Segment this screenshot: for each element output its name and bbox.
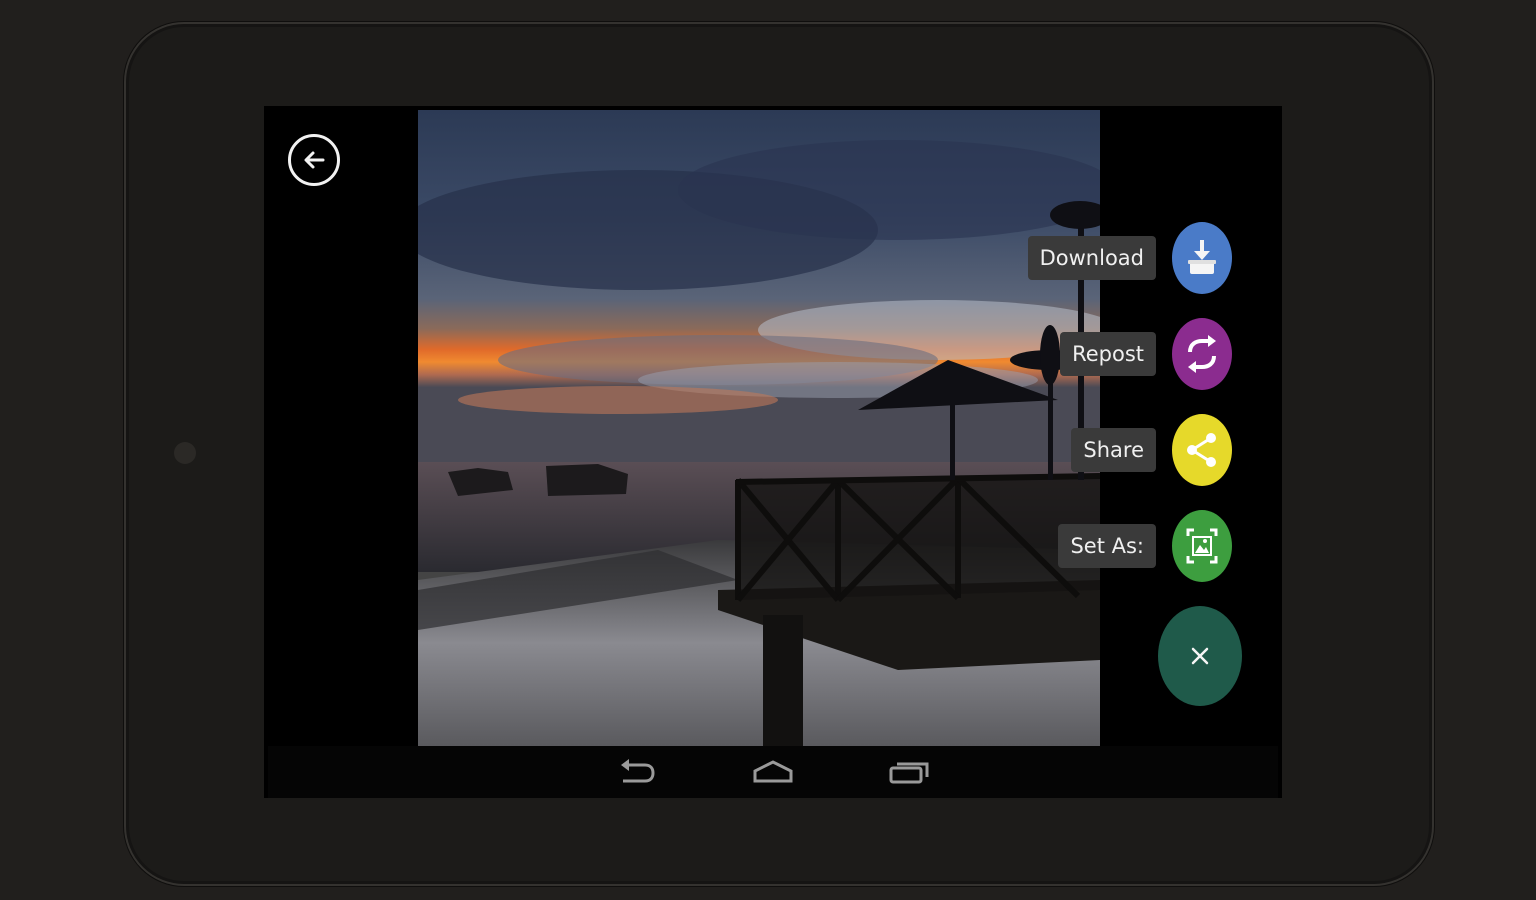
back-icon	[621, 759, 655, 783]
repost-button[interactable]	[1172, 318, 1232, 390]
share-button[interactable]	[1172, 414, 1232, 486]
back-arrow-icon	[304, 151, 325, 169]
share-label[interactable]: Share	[1071, 428, 1156, 472]
app-screen: Download Repost Share Set As:	[264, 106, 1282, 798]
close-menu-button[interactable]	[1158, 606, 1242, 706]
close-icon	[1191, 647, 1209, 665]
download-action[interactable]: Download	[1027, 222, 1232, 294]
front-camera	[174, 442, 196, 464]
recent-apps-icon	[889, 762, 929, 784]
share-action[interactable]: Share	[1071, 414, 1232, 486]
wallpaper-photo	[418, 110, 1100, 746]
set-as-wallpaper-icon	[1186, 528, 1218, 564]
set-as-action[interactable]: Set As:	[1058, 510, 1232, 582]
repost-label[interactable]: Repost	[1060, 332, 1156, 376]
system-back-button[interactable]	[614, 757, 660, 787]
share-icon	[1187, 433, 1216, 467]
system-home-button[interactable]	[750, 757, 796, 787]
system-recents-button[interactable]	[886, 757, 932, 787]
set-as-button[interactable]	[1172, 510, 1232, 582]
repost-action[interactable]: Repost	[1060, 318, 1232, 390]
download-button[interactable]	[1172, 222, 1232, 294]
download-label[interactable]: Download	[1027, 236, 1156, 280]
back-button[interactable]	[288, 134, 340, 186]
system-navigation-bar	[268, 746, 1278, 798]
set-as-label[interactable]: Set As:	[1058, 524, 1156, 568]
download-icon	[1188, 240, 1216, 274]
repost-icon	[1188, 335, 1216, 373]
home-icon	[753, 760, 793, 783]
